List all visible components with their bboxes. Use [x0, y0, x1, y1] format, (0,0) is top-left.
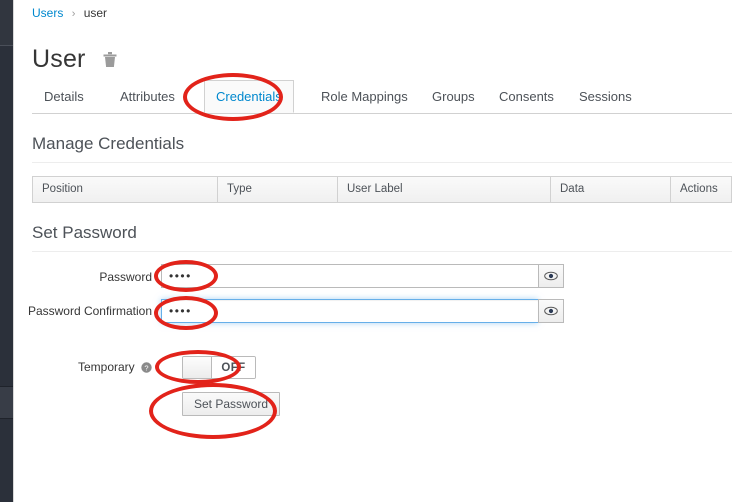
password-reveal-eye-icon[interactable] — [538, 264, 564, 288]
password-label: Password — [99, 270, 152, 284]
page-title: User — [32, 45, 86, 73]
tab-attributes[interactable]: Attributes — [108, 80, 187, 113]
tab-role-mappings[interactable]: Role Mappings — [309, 80, 420, 113]
breadcrumb-separator-icon: › — [71, 8, 76, 20]
password-input[interactable] — [161, 264, 538, 288]
tab-sessions[interactable]: Sessions — [567, 80, 644, 113]
tab-bar: Details Attributes Credentials Role Mapp… — [32, 80, 732, 114]
temporary-label-text: Temporary — [77, 360, 135, 374]
breadcrumb: Users › user — [32, 5, 107, 22]
temporary-toggle-state: OFF — [212, 357, 255, 378]
password-input-group — [161, 264, 564, 288]
set-password-rule — [32, 251, 732, 252]
manage-credentials-rule — [32, 162, 732, 163]
password-confirmation-reveal-eye-icon[interactable] — [538, 299, 564, 323]
breadcrumb-current-user: user — [83, 6, 108, 20]
password-confirmation-input-group — [161, 299, 564, 323]
temporary-toggle-handle[interactable] — [183, 357, 212, 378]
column-header-position[interactable]: Position — [33, 177, 218, 202]
breadcrumb-link-users[interactable]: Users — [32, 6, 63, 20]
tab-credentials[interactable]: Credentials — [204, 80, 294, 113]
set-password-heading: Set Password — [32, 223, 137, 242]
manage-credentials-heading: Manage Credentials — [32, 134, 185, 153]
help-circle-icon[interactable]: ? — [141, 361, 152, 373]
temporary-toggle[interactable]: OFF — [182, 356, 256, 379]
column-header-data[interactable]: Data — [551, 177, 671, 202]
svg-text:?: ? — [144, 363, 148, 372]
tab-groups[interactable]: Groups — [420, 80, 487, 113]
tab-consents[interactable]: Consents — [487, 80, 566, 113]
left-nav-rail — [0, 0, 13, 502]
column-header-actions: Actions — [680, 183, 718, 195]
credentials-table-header: Position Type User Label Data Actions — [32, 176, 732, 203]
column-header-user-label[interactable]: User Label — [338, 177, 551, 202]
keycloak-user-credentials-page: Users › user User Details Attributes Cre… — [0, 0, 732, 502]
main-content: Users › user User Details Attributes Cre… — [14, 0, 732, 502]
trash-icon[interactable] — [102, 50, 118, 68]
password-confirmation-label-text: Password Confirmation — [27, 304, 152, 318]
temporary-label: Temporary ? — [14, 359, 152, 375]
rail-segment-top — [0, 0, 13, 46]
password-confirmation-label: Password Confirmation — [14, 303, 152, 319]
password-confirmation-input[interactable] — [161, 299, 538, 323]
tab-bar-underline — [32, 113, 732, 114]
set-password-button[interactable]: Set Password — [182, 392, 281, 416]
rail-segment-active[interactable] — [0, 386, 13, 419]
tab-details[interactable]: Details — [32, 80, 96, 113]
column-header-type[interactable]: Type — [218, 177, 338, 202]
